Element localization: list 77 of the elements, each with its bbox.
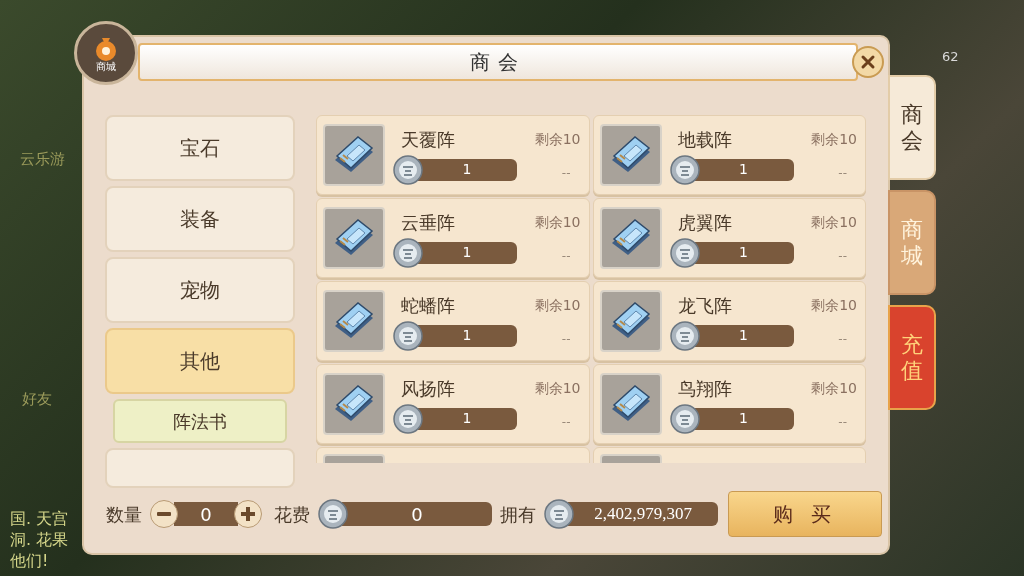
- category-tab[interactable]: 装备: [105, 186, 295, 252]
- subcategory-tab[interactable]: 阵法书: [113, 399, 287, 443]
- level-number: 62: [942, 48, 959, 66]
- purchase-limit: --: [561, 330, 572, 348]
- remaining-count: 剩余10: [811, 295, 857, 315]
- price-field: 1: [693, 241, 794, 264]
- coin-icon: [669, 403, 700, 434]
- coin-icon: [669, 154, 700, 185]
- balance-field: 2,402,979,307: [568, 502, 718, 526]
- item-card[interactable]: 龙飞阵 1 剩余10 --: [592, 281, 866, 361]
- side-tab[interactable]: 商会: [888, 75, 936, 180]
- buy-button[interactable]: 购 买: [728, 491, 882, 537]
- scene-label: 好友: [22, 389, 52, 410]
- price-field: 1: [417, 158, 517, 181]
- coin-icon: [318, 499, 348, 529]
- item-name: 虎翼阵: [676, 210, 733, 235]
- price-field: 1: [693, 324, 794, 347]
- coin-icon: [393, 237, 423, 268]
- item-name: 云垂阵: [400, 210, 456, 235]
- purchase-limit: --: [838, 413, 848, 431]
- scene-label: 云乐游: [20, 149, 65, 170]
- item-card[interactable]: 鸟翔阵 1 剩余10 --: [592, 364, 866, 444]
- category-tab[interactable]: 宠物: [105, 257, 295, 323]
- item-name: 鸟翔阵: [676, 376, 733, 401]
- decrease-button[interactable]: [150, 500, 178, 528]
- item-name: 龙飞阵: [676, 293, 733, 318]
- coin-icon: [393, 403, 423, 434]
- plus-icon: [241, 507, 255, 521]
- item-card[interactable]: 地载阵 1 剩余10 --: [592, 115, 866, 195]
- close-button[interactable]: [852, 46, 884, 78]
- owned-label: 拥有: [500, 502, 536, 527]
- remaining-count: 剩余10: [534, 378, 581, 398]
- item-card[interactable]: 天覆阵 1 剩余10 --: [316, 115, 590, 195]
- coin-icon: [393, 320, 423, 351]
- price-field: 1: [417, 241, 517, 264]
- purchase-limit: --: [838, 247, 848, 265]
- window-title: 商会: [470, 49, 526, 76]
- item-name: 蛇蟠阵: [400, 293, 456, 318]
- increase-button[interactable]: [234, 500, 262, 528]
- coin-icon: [669, 237, 700, 268]
- purchase-limit: --: [561, 413, 572, 431]
- close-icon: [860, 54, 876, 70]
- price-field: 1: [417, 407, 517, 430]
- purchase-limit: --: [838, 330, 848, 348]
- item-name: 风扬阵: [400, 376, 456, 401]
- coin-icon: [393, 154, 423, 185]
- badge-label: 商城: [96, 62, 116, 72]
- category-tab[interactable]: 其他: [105, 328, 295, 394]
- minus-icon: [157, 512, 171, 516]
- purchase-limit: --: [838, 164, 848, 182]
- remaining-count: 剩余10: [811, 129, 857, 149]
- remaining-count: 剩余10: [811, 212, 857, 232]
- price-field: 1: [417, 324, 517, 347]
- price-field: 1: [693, 407, 794, 430]
- purchase-limit: --: [561, 164, 572, 182]
- item-name: 天覆阵: [400, 127, 456, 152]
- item-card[interactable]: 虎翼阵 1 剩余10 --: [592, 198, 866, 278]
- quantity-label: 数量: [106, 502, 142, 527]
- item-card[interactable]: 风扬阵 1 剩余10 --: [316, 364, 590, 444]
- coin-icon: [669, 320, 700, 351]
- category-tab[interactable]: 宝石: [105, 115, 295, 181]
- chat-line: 他们!: [10, 550, 50, 571]
- price-field: 1: [693, 158, 794, 181]
- item-card[interactable]: 云垂阵 1 剩余10 --: [316, 198, 590, 278]
- cost-field: 0: [342, 502, 492, 526]
- item-card[interactable]: 蛇蟠阵 1 剩余10 --: [316, 281, 590, 361]
- remaining-count: 剩余10: [534, 295, 581, 315]
- chat-line: 洞. 花果: [10, 529, 69, 550]
- cost-label: 花费: [274, 502, 310, 527]
- item-name: 地载阵: [676, 127, 733, 152]
- chat-line: 国. 天宫: [10, 508, 69, 529]
- remaining-count: 剩余10: [811, 378, 857, 398]
- remaining-count: 剩余10: [534, 129, 581, 149]
- remaining-count: 剩余10: [534, 212, 581, 232]
- coin-icon: [544, 499, 574, 529]
- purchase-limit: --: [561, 247, 572, 265]
- quantity-field[interactable]: 0: [174, 502, 238, 526]
